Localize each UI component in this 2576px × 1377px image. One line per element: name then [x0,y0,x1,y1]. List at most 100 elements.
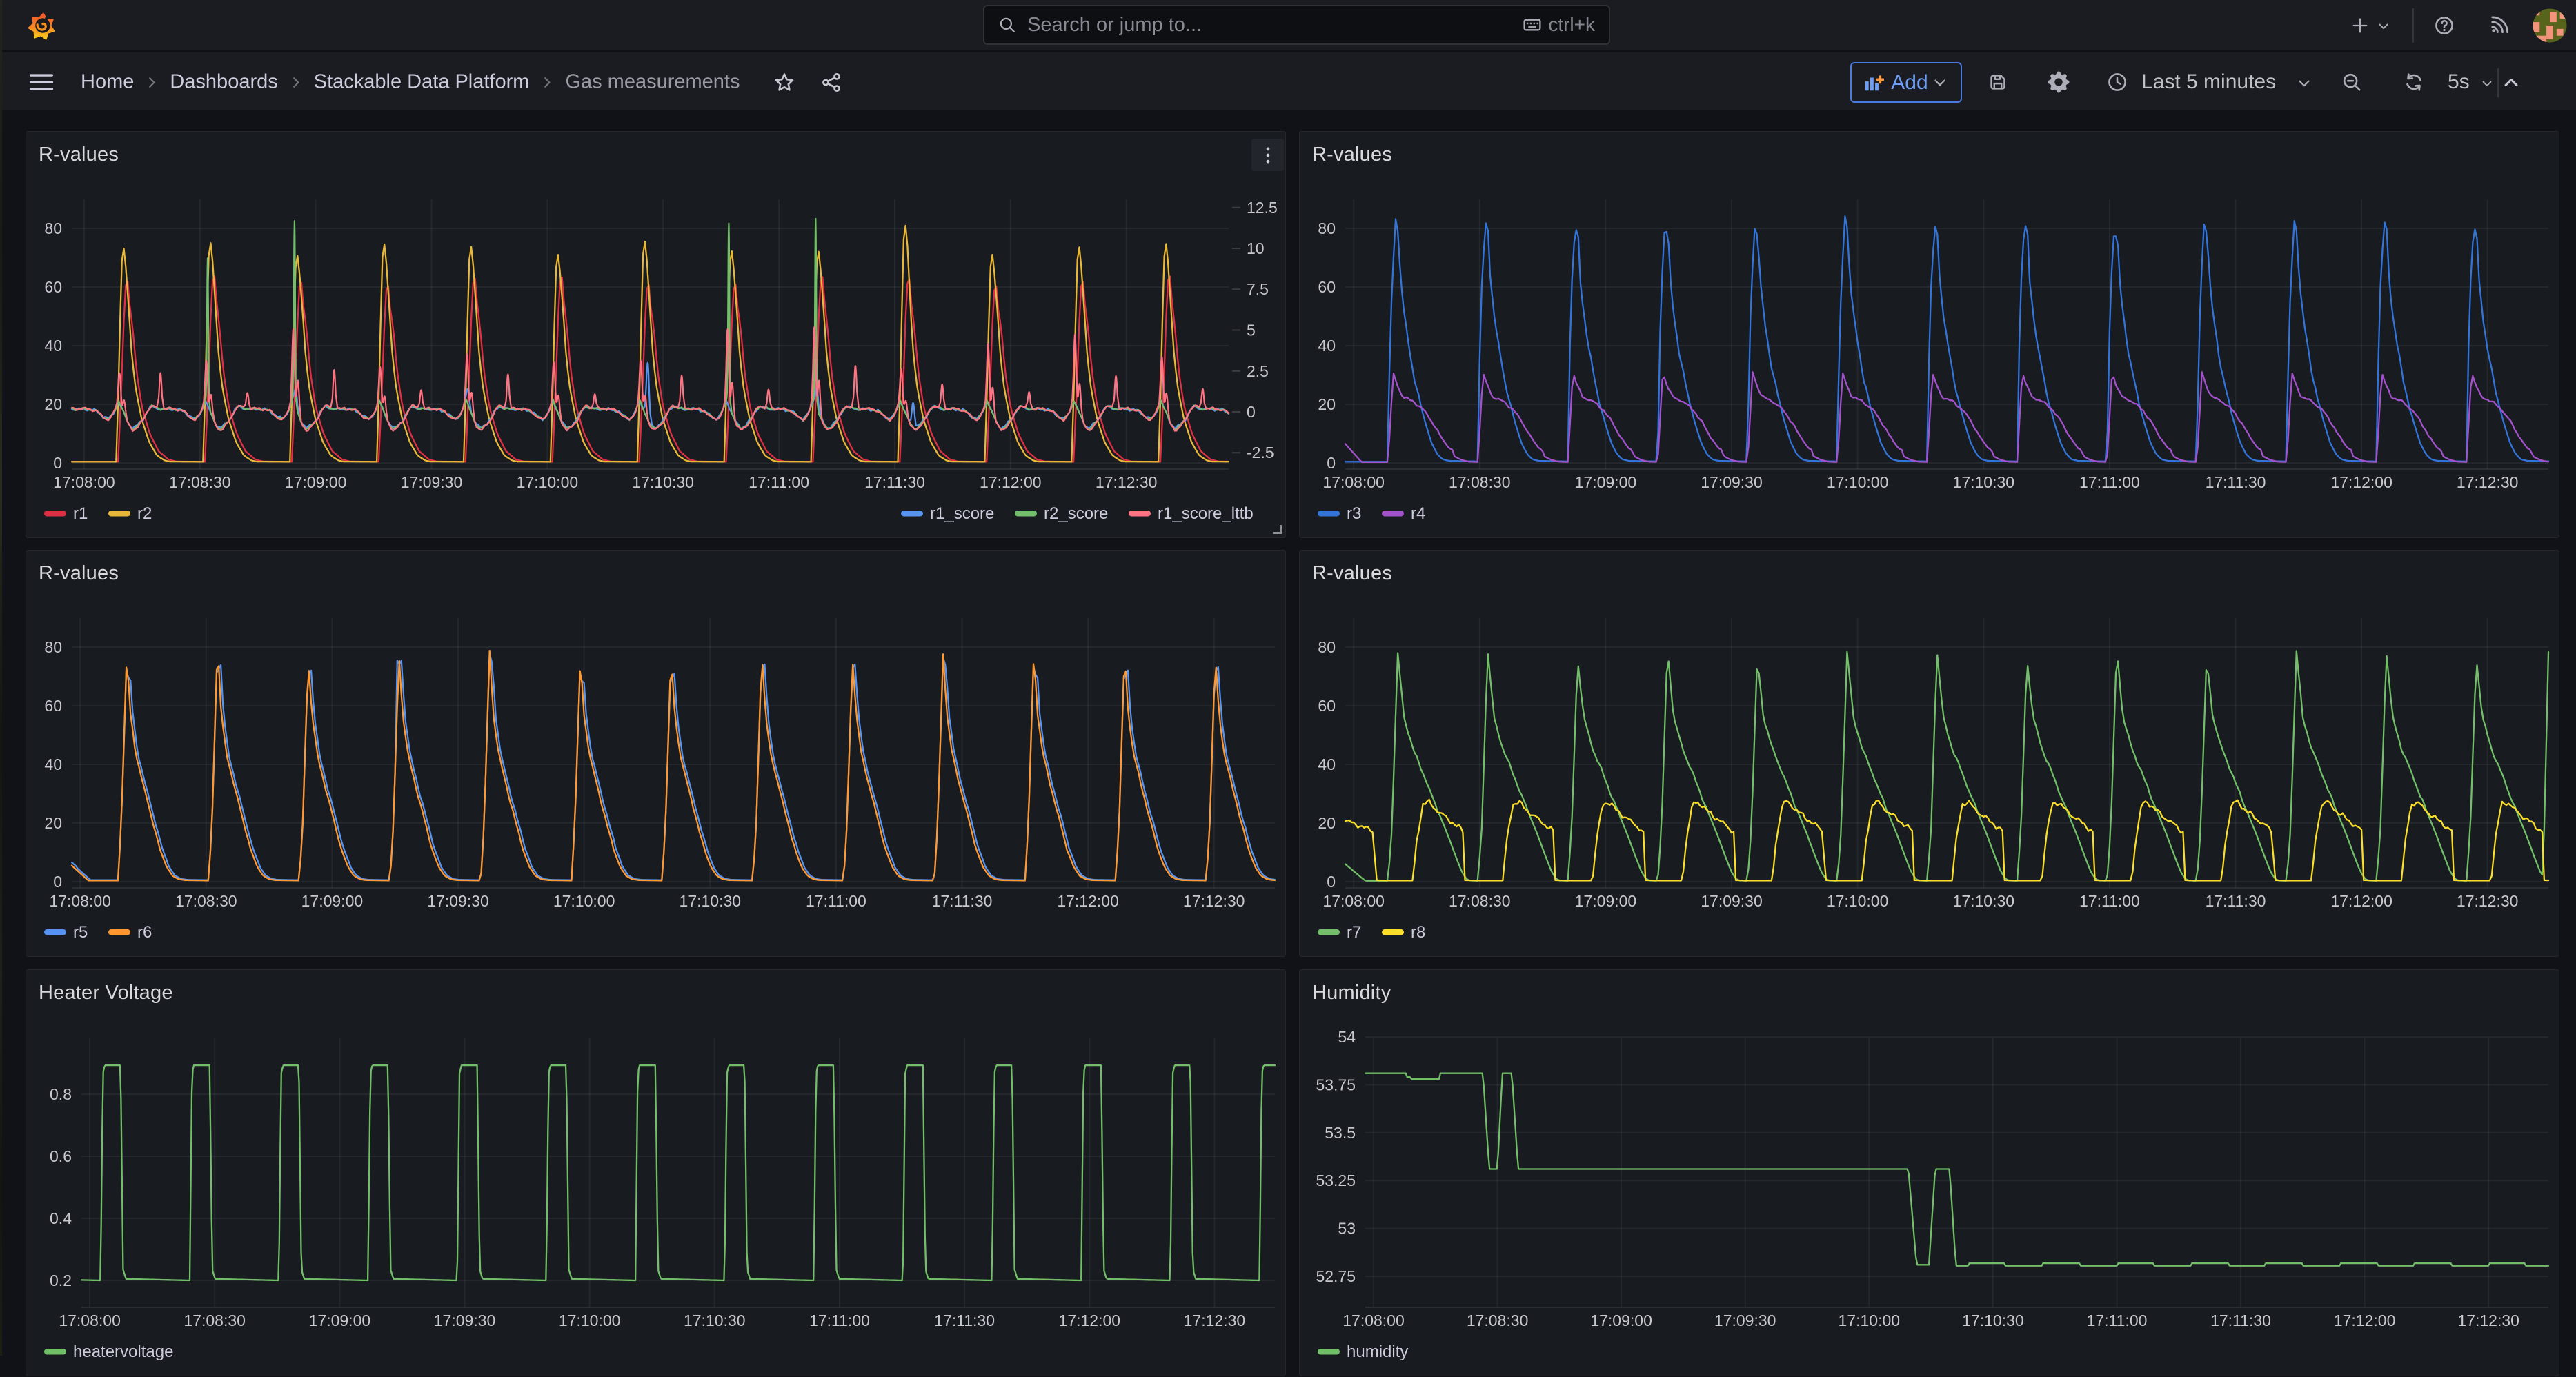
svg-text:40: 40 [1318,755,1336,773]
svg-text:17:12:00: 17:12:00 [1057,892,1119,910]
svg-text:0: 0 [1247,403,1256,421]
svg-text:17:08:30: 17:08:30 [1467,1311,1529,1329]
svg-text:17:12:30: 17:12:30 [1184,1311,1246,1329]
svg-text:40: 40 [44,755,62,773]
svg-text:17:10:30: 17:10:30 [680,892,742,910]
svg-text:17:10:00: 17:10:00 [1839,1311,1901,1329]
svg-text:17:08:00: 17:08:00 [59,1311,121,1329]
svg-text:80: 80 [44,638,62,656]
svg-text:r2: r2 [137,504,152,523]
svg-text:17:09:00: 17:09:00 [1575,892,1637,910]
svg-text:r1_score: r1_score [930,504,994,523]
svg-text:17:11:30: 17:11:30 [2206,473,2266,491]
svg-text:17:11:00: 17:11:00 [749,473,809,491]
svg-text:53.5: 53.5 [1325,1124,1356,1142]
svg-text:humidity: humidity [1347,1343,1408,1361]
svg-text:17:08:30: 17:08:30 [1449,892,1511,910]
svg-text:0.2: 0.2 [50,1271,72,1289]
svg-text:17:12:30: 17:12:30 [1183,892,1245,910]
svg-text:17:10:30: 17:10:30 [632,473,694,491]
svg-text:17:09:00: 17:09:00 [1575,473,1637,491]
svg-text:7.5: 7.5 [1247,280,1269,298]
svg-text:17:12:00: 17:12:00 [2330,473,2392,491]
svg-text:17:09:00: 17:09:00 [309,1311,371,1329]
svg-text:17:11:30: 17:11:30 [934,1311,995,1329]
svg-text:40: 40 [44,337,62,355]
svg-text:10: 10 [1247,239,1265,257]
svg-text:60: 60 [1318,278,1336,296]
svg-text:17:08:30: 17:08:30 [175,892,237,910]
svg-text:17:12:30: 17:12:30 [2457,892,2519,910]
svg-text:0: 0 [53,873,62,891]
svg-text:17:10:00: 17:10:00 [553,892,615,910]
svg-text:r6: r6 [137,923,152,942]
svg-text:0: 0 [1327,873,1336,891]
svg-text:17:12:00: 17:12:00 [2334,1311,2396,1329]
svg-text:17:09:00: 17:09:00 [285,473,347,491]
svg-text:60: 60 [44,278,62,296]
svg-text:17:09:30: 17:09:30 [1701,473,1763,491]
svg-text:r7: r7 [1347,923,1361,942]
svg-text:17:10:30: 17:10:30 [684,1311,746,1329]
svg-text:5: 5 [1247,321,1256,339]
svg-text:54: 54 [1338,1028,1356,1046]
svg-text:17:10:00: 17:10:00 [1827,892,1889,910]
svg-text:17:12:30: 17:12:30 [2457,473,2519,491]
svg-text:17:10:30: 17:10:30 [1953,892,2015,910]
svg-text:52.75: 52.75 [1316,1267,1356,1285]
svg-text:17:09:30: 17:09:30 [434,1311,496,1329]
svg-text:17:09:00: 17:09:00 [1590,1311,1652,1329]
svg-text:r1: r1 [73,504,88,523]
svg-text:17:11:00: 17:11:00 [2079,892,2140,910]
svg-text:0.4: 0.4 [50,1209,72,1227]
svg-text:53.25: 53.25 [1316,1171,1356,1189]
svg-text:17:08:30: 17:08:30 [1449,473,1511,491]
svg-text:17:08:00: 17:08:00 [1322,473,1385,491]
svg-text:17:08:00: 17:08:00 [1322,892,1385,910]
svg-text:17:11:30: 17:11:30 [2206,892,2266,910]
svg-text:r3: r3 [1347,504,1361,523]
svg-text:80: 80 [1318,638,1336,656]
svg-text:60: 60 [44,697,62,715]
svg-text:17:09:30: 17:09:30 [1714,1311,1776,1329]
svg-text:17:10:00: 17:10:00 [517,473,579,491]
svg-text:17:12:00: 17:12:00 [2330,892,2392,910]
svg-text:0: 0 [53,454,62,472]
svg-text:17:10:30: 17:10:30 [1962,1311,2024,1329]
svg-text:17:12:30: 17:12:30 [2457,1311,2519,1329]
svg-text:17:09:30: 17:09:30 [401,473,463,491]
svg-text:r4: r4 [1411,504,1425,523]
svg-text:20: 20 [1318,395,1336,413]
svg-text:17:08:00: 17:08:00 [1343,1311,1405,1329]
svg-text:r2_score: r2_score [1044,504,1108,523]
svg-text:17:11:30: 17:11:30 [2210,1311,2271,1329]
svg-text:17:08:30: 17:08:30 [184,1311,246,1329]
svg-text:17:10:00: 17:10:00 [559,1311,621,1329]
svg-text:80: 80 [44,219,62,237]
svg-text:heatervoltage: heatervoltage [73,1343,173,1361]
svg-text:17:09:30: 17:09:30 [427,892,489,910]
svg-text:r8: r8 [1411,923,1425,942]
svg-text:r5: r5 [73,923,88,942]
svg-text:0.8: 0.8 [50,1085,72,1103]
svg-text:0: 0 [1327,454,1336,472]
svg-text:2.5: 2.5 [1247,362,1269,380]
svg-text:0.6: 0.6 [50,1147,72,1165]
svg-text:20: 20 [44,814,62,832]
svg-text:17:10:00: 17:10:00 [1827,473,1889,491]
svg-text:17:12:00: 17:12:00 [1059,1311,1121,1329]
svg-text:-2.5: -2.5 [1247,444,1274,462]
svg-text:17:09:30: 17:09:30 [1701,892,1763,910]
svg-text:17:10:30: 17:10:30 [1953,473,2015,491]
svg-text:17:09:00: 17:09:00 [301,892,364,910]
svg-text:17:08:00: 17:08:00 [49,892,111,910]
svg-text:17:12:00: 17:12:00 [980,473,1042,491]
svg-text:53.75: 53.75 [1316,1076,1356,1093]
svg-text:20: 20 [1318,814,1336,832]
svg-text:17:11:00: 17:11:00 [2087,1311,2148,1329]
svg-text:17:11:00: 17:11:00 [809,1311,870,1329]
svg-text:40: 40 [1318,337,1336,355]
svg-text:17:08:00: 17:08:00 [53,473,115,491]
svg-text:17:11:00: 17:11:00 [806,892,866,910]
svg-text:17:08:30: 17:08:30 [169,473,231,491]
